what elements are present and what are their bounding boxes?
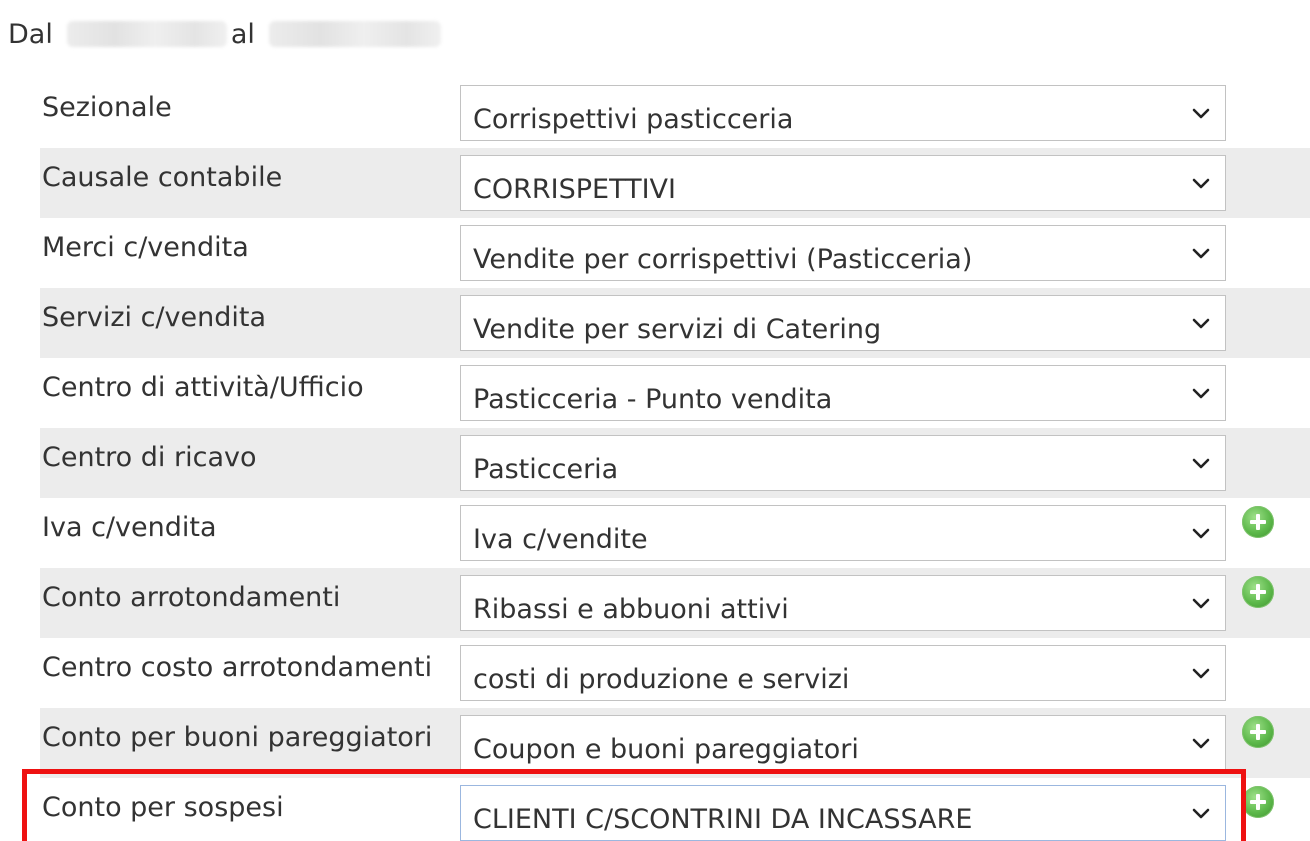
chevron-down-icon — [1192, 248, 1210, 259]
chevron-down-icon — [1192, 738, 1210, 749]
form-row-conto-arrotondamenti: Conto arrotondamenti Ribassi e abbuoni a… — [40, 568, 1310, 638]
centro-attivita-label: Centro di attività/Ufficio — [42, 372, 364, 403]
form-row-merci-c-vendita: Merci c/vendita Vendite per corrispettiv… — [40, 218, 1310, 288]
to-label: al — [230, 18, 255, 50]
plus-circle-icon[interactable] — [1242, 716, 1274, 748]
servizi-c-vendita-value: Vendite per servizi di Catering — [473, 313, 882, 345]
chevron-down-icon — [1192, 318, 1210, 329]
sezionale-select[interactable]: Corrispettivi pasticceria — [460, 85, 1226, 141]
conto-arrotondamenti-value: Ribassi e abbuoni attivi — [473, 593, 789, 625]
form-row-causale-contabile: Causale contabile CORRISPETTIVI — [40, 148, 1310, 218]
centro-costo-arrotondamenti-select[interactable]: costi di produzione e servizi — [460, 645, 1226, 701]
iva-c-vendita-select[interactable]: Iva c/vendite — [460, 505, 1226, 561]
chevron-down-icon — [1192, 178, 1210, 189]
to-date-redacted — [268, 21, 441, 47]
chevron-down-icon — [1192, 808, 1210, 819]
chevron-down-icon — [1192, 458, 1210, 469]
form-page: Dal al Sezionale Corrispettivi pasticcer… — [0, 0, 1310, 841]
iva-c-vendita-value: Iva c/vendite — [473, 523, 648, 555]
chevron-down-icon — [1192, 528, 1210, 539]
date-range: Dal al — [8, 14, 441, 54]
conto-sospesi-select[interactable]: CLIENTI C/SCONTRINI DA INCASSARE — [460, 785, 1226, 841]
merci-c-vendita-value: Vendite per corrispettivi (Pasticceria) — [473, 243, 973, 275]
plus-circle-icon[interactable] — [1242, 506, 1274, 538]
centro-attivita-select[interactable]: Pasticceria - Punto vendita — [460, 365, 1226, 421]
conto-arrotondamenti-select[interactable]: Ribassi e abbuoni attivi — [460, 575, 1226, 631]
centro-costo-arrotondamenti-label: Centro costo arrotondamenti — [42, 652, 433, 683]
chevron-down-icon — [1192, 668, 1210, 679]
centro-ricavo-select[interactable]: Pasticceria — [460, 435, 1226, 491]
plus-circle-icon[interactable] — [1242, 786, 1274, 818]
conto-sospesi-label: Conto per sospesi — [42, 792, 284, 823]
buoni-pareggiatori-select[interactable]: Coupon e buoni pareggiatori — [460, 715, 1226, 771]
causale-contabile-select[interactable]: CORRISPETTIVI — [460, 155, 1226, 211]
form-row-conto-sospesi: Conto per sospesi CLIENTI C/SCONTRINI DA… — [40, 778, 1310, 841]
buoni-pareggiatori-label: Conto per buoni pareggiatori — [42, 722, 433, 753]
form-row-iva-c-vendita: Iva c/vendita Iva c/vendite — [40, 498, 1310, 568]
buoni-pareggiatori-value: Coupon e buoni pareggiatori — [473, 733, 859, 765]
settings-form: Sezionale Corrispettivi pasticceria Caus… — [40, 78, 1310, 841]
sezionale-value: Corrispettivi pasticceria — [473, 103, 794, 135]
conto-sospesi-value: CLIENTI C/SCONTRINI DA INCASSARE — [473, 803, 973, 835]
from-label: Dal — [8, 18, 53, 50]
centro-attivita-value: Pasticceria - Punto vendita — [473, 383, 833, 415]
plus-circle-icon[interactable] — [1242, 576, 1274, 608]
form-row-servizi-c-vendita: Servizi c/vendita Vendite per servizi di… — [40, 288, 1310, 358]
form-row-centro-costo-arrotondamenti: Centro costo arrotondamenti costi di pro… — [40, 638, 1310, 708]
chevron-down-icon — [1192, 108, 1210, 119]
from-date-redacted — [66, 21, 227, 47]
chevron-down-icon — [1192, 598, 1210, 609]
form-row-centro-attivita: Centro di attività/Ufficio Pasticceria -… — [40, 358, 1310, 428]
form-row-buoni-pareggiatori: Conto per buoni pareggiatori Coupon e bu… — [40, 708, 1310, 778]
conto-arrotondamenti-label: Conto arrotondamenti — [42, 582, 341, 613]
merci-c-vendita-label: Merci c/vendita — [42, 232, 249, 263]
centro-ricavo-value: Pasticceria — [473, 453, 619, 485]
causale-contabile-value: CORRISPETTIVI — [473, 173, 676, 205]
form-row-sezionale: Sezionale Corrispettivi pasticceria — [40, 78, 1310, 148]
merci-c-vendita-select[interactable]: Vendite per corrispettivi (Pasticceria) — [460, 225, 1226, 281]
servizi-c-vendita-label: Servizi c/vendita — [42, 302, 267, 333]
servizi-c-vendita-select[interactable]: Vendite per servizi di Catering — [460, 295, 1226, 351]
form-row-centro-ricavo: Centro di ricavo Pasticceria — [40, 428, 1310, 498]
centro-costo-arrotondamenti-value: costi di produzione e servizi — [473, 663, 850, 695]
chevron-down-icon — [1192, 388, 1210, 399]
iva-c-vendita-label: Iva c/vendita — [42, 512, 217, 543]
centro-ricavo-label: Centro di ricavo — [42, 442, 257, 473]
sezionale-label: Sezionale — [42, 92, 172, 123]
causale-contabile-label: Causale contabile — [42, 162, 283, 193]
